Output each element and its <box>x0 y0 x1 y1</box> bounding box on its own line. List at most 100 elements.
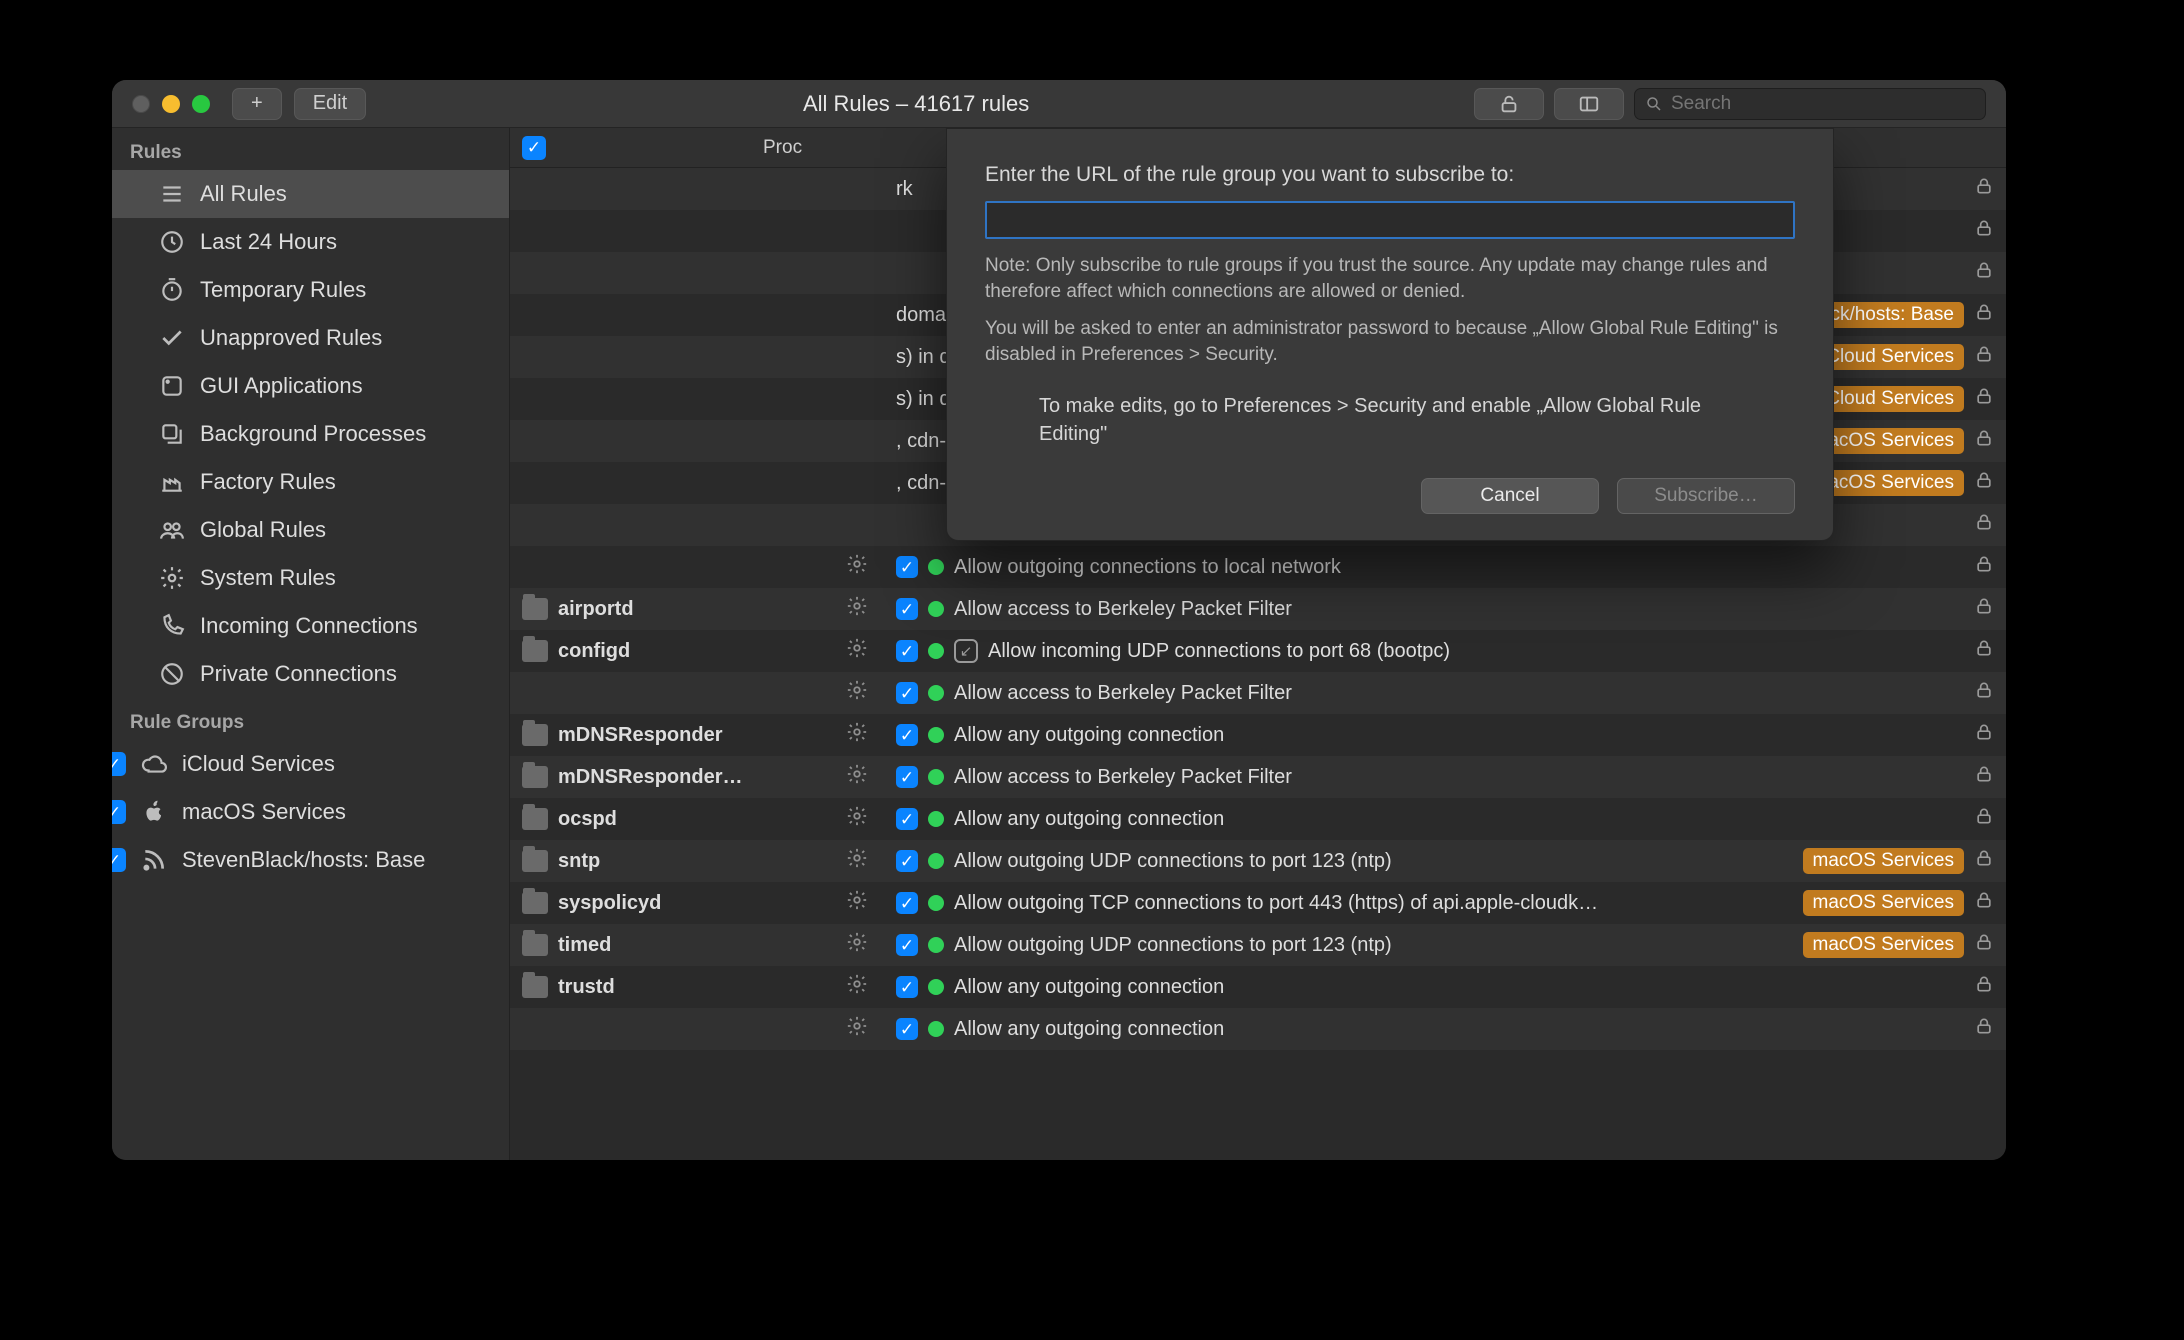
close-dot[interactable] <box>132 95 150 113</box>
sidebar-item-private-connections[interactable]: Private Connections <box>112 650 509 698</box>
status-dot <box>928 853 944 869</box>
sidebar-item-all-rules[interactable]: All Rules <box>112 170 509 218</box>
folder-icon <box>522 766 548 788</box>
lock-icon <box>1974 806 1994 832</box>
rule-group-stevenblack-hosts-base[interactable]: ✓StevenBlack/hosts: Base <box>112 836 509 884</box>
gear-icon[interactable] <box>846 805 868 833</box>
sidebar-item-unapproved-rules[interactable]: Unapproved Rules <box>112 314 509 362</box>
group-checkbox[interactable]: ✓ <box>112 800 126 824</box>
cancel-button[interactable]: Cancel <box>1421 478 1599 514</box>
rule-cell: ✓Allow outgoing UDP connections to port … <box>880 932 2006 958</box>
rule-checkbox[interactable]: ✓ <box>896 808 918 830</box>
sidebar-item-last-24-hours[interactable]: Last 24 Hours <box>112 218 509 266</box>
rule-badge: macOS Services <box>1803 848 1964 874</box>
rule-checkbox[interactable]: ✓ <box>896 976 918 998</box>
sidebar-item-temporary-rules[interactable]: Temporary Rules <box>112 266 509 314</box>
rule-checkbox[interactable]: ✓ <box>896 598 918 620</box>
gear-icon[interactable] <box>846 595 868 623</box>
rule-checkbox[interactable]: ✓ <box>896 766 918 788</box>
rule-cell: ✓Allow any outgoing connection <box>880 722 2006 748</box>
rss-icon <box>140 846 168 874</box>
process-name: sntp <box>558 850 600 873</box>
lock-icon <box>1974 470 1994 496</box>
sidebar-item-background-processes[interactable]: Background Processes <box>112 410 509 458</box>
process-name: syspolicyd <box>558 892 661 915</box>
sidebar-item-factory-rules[interactable]: Factory Rules <box>112 458 509 506</box>
rule-group-icloud-services[interactable]: ✓ iCloud Services <box>112 740 509 788</box>
dialog-prompt: Enter the URL of the rule group you want… <box>985 163 1795 187</box>
rule-cell: ✓Allow outgoing TCP connections to port … <box>880 890 2006 916</box>
table-row[interactable]: ✓Allow outgoing connections to local net… <box>510 546 2006 588</box>
edit-button[interactable]: Edit <box>294 88 366 120</box>
app-icon <box>158 372 186 400</box>
sidebar-section-rule-groups: Rule Groups <box>112 698 509 740</box>
header-checkbox[interactable]: ✓ <box>522 136 546 160</box>
group-checkbox[interactable]: ✓ <box>112 848 126 872</box>
status-dot <box>928 601 944 617</box>
process-cell <box>510 1015 880 1043</box>
minimize-dot[interactable] <box>162 95 180 113</box>
group-label: iCloud Services <box>182 751 335 777</box>
table-row[interactable]: syspolicyd ✓Allow outgoing TCP connection… <box>510 882 2006 924</box>
rule-cell: ✓Allow outgoing connections to local net… <box>880 554 2006 580</box>
rule-checkbox[interactable]: ✓ <box>896 724 918 746</box>
apple-icon <box>140 798 168 826</box>
sidebar-item-incoming-connections[interactable]: Incoming Connections <box>112 602 509 650</box>
gear-icon[interactable] <box>846 553 868 581</box>
process-cell <box>510 679 880 707</box>
table-row[interactable]: ocspd✓Allow any outgoing connection <box>510 798 2006 840</box>
lock-toggle-button[interactable] <box>1474 88 1544 120</box>
gear-icon[interactable] <box>846 889 868 917</box>
table-row[interactable]: timed✓Allow outgoing UDP connections to … <box>510 924 2006 966</box>
search-field[interactable] <box>1634 88 1986 120</box>
gear-icon[interactable] <box>846 847 868 875</box>
rule-cell: ✓Allow outgoing UDP connections to port … <box>880 848 2006 874</box>
group-checkbox[interactable]: ✓ <box>112 752 126 776</box>
dialog-tip: To make edits, go to Preferences > Secur… <box>985 380 1795 460</box>
table-row[interactable]: airportd✓Allow access to Berkeley Packet… <box>510 588 2006 630</box>
sidebar-item-global-rules[interactable]: Global Rules <box>112 506 509 554</box>
sidebar-toggle-button[interactable] <box>1554 88 1624 120</box>
table-row[interactable]: mDNSResponder…✓Allow access to Berkeley … <box>510 756 2006 798</box>
zoom-dot[interactable] <box>192 95 210 113</box>
search-input[interactable] <box>1671 93 1975 115</box>
gear-icon[interactable] <box>846 931 868 959</box>
lock-icon <box>1974 764 1994 790</box>
sidebar-item-gui-applications[interactable]: GUI Applications <box>112 362 509 410</box>
rule-checkbox[interactable]: ✓ <box>896 682 918 704</box>
table-row[interactable]: ✓Allow access to Berkeley Packet Filter <box>510 672 2006 714</box>
url-input[interactable] <box>985 201 1795 239</box>
check-icon <box>158 324 186 352</box>
leaf-icon <box>158 660 186 688</box>
gear-icon[interactable] <box>846 721 868 749</box>
gear-icon[interactable] <box>846 637 868 665</box>
add-button[interactable]: + <box>232 88 282 120</box>
folder-icon <box>522 640 548 662</box>
status-dot <box>928 643 944 659</box>
table-row[interactable]: configd✓↙Allow incoming UDP connections … <box>510 630 2006 672</box>
sidebar-section-rules: Rules <box>112 128 509 170</box>
rule-checkbox[interactable]: ✓ <box>896 892 918 914</box>
folder-icon <box>522 976 548 998</box>
rule-checkbox[interactable]: ✓ <box>896 556 918 578</box>
table-row[interactable]: mDNSResponder✓Allow any outgoing connect… <box>510 714 2006 756</box>
sidebar-item-system-rules[interactable]: System Rules <box>112 554 509 602</box>
table-row[interactable]: sntp ✓Allow outgoing UDP connections to p… <box>510 840 2006 882</box>
gear-icon[interactable] <box>846 763 868 791</box>
process-cell: mDNSResponder… <box>510 763 880 791</box>
gear-icon[interactable] <box>846 973 868 1001</box>
status-dot <box>928 559 944 575</box>
lock-icon <box>1974 344 1994 370</box>
table-row[interactable]: trustd✓Allow any outgoing connection <box>510 966 2006 1008</box>
gear-icon[interactable] <box>846 679 868 707</box>
dialog-note-2: You will be asked to enter an administra… <box>985 316 1795 367</box>
subscribe-button[interactable]: Subscribe… <box>1617 478 1795 514</box>
process-name: configd <box>558 640 630 663</box>
rule-group-macos-services[interactable]: ✓macOS Services <box>112 788 509 836</box>
rule-checkbox[interactable]: ✓ <box>896 640 918 662</box>
rule-checkbox[interactable]: ✓ <box>896 1018 918 1040</box>
rule-checkbox[interactable]: ✓ <box>896 850 918 872</box>
rule-checkbox[interactable]: ✓ <box>896 934 918 956</box>
table-row[interactable]: ✓Allow any outgoing connection <box>510 1008 2006 1050</box>
gear-icon[interactable] <box>846 1015 868 1043</box>
